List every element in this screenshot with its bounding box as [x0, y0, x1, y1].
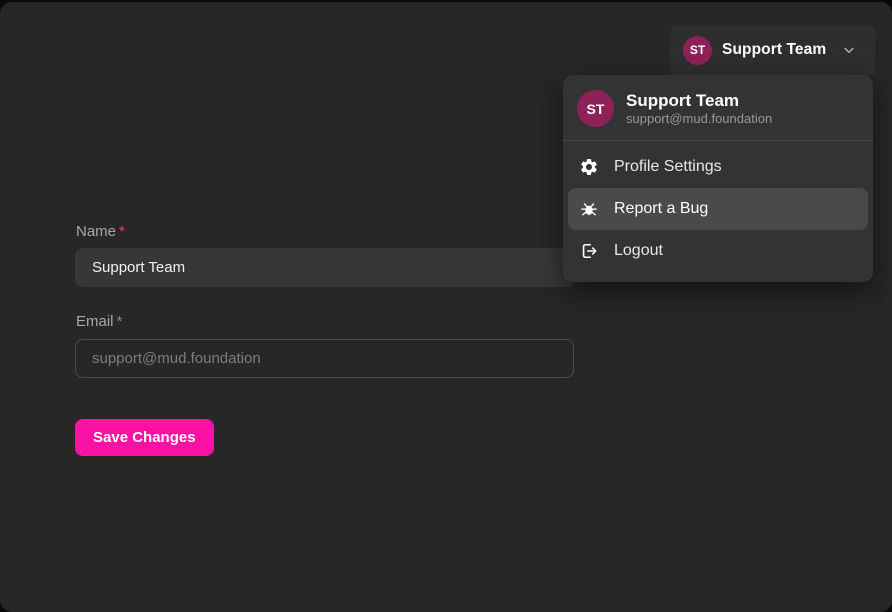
user-menu-trigger-label: Support Team — [722, 41, 826, 59]
menu-item-profile-settings[interactable]: Profile Settings — [568, 146, 868, 188]
logout-icon — [579, 241, 599, 261]
gear-icon — [579, 157, 599, 177]
menu-item-report-a-bug[interactable]: Report a Bug — [568, 188, 868, 230]
dropdown-user-email: support@mud.foundation — [626, 111, 772, 126]
name-label-text: Name — [76, 223, 116, 240]
menu-item-label: Report a Bug — [614, 200, 708, 218]
email-input[interactable] — [75, 339, 574, 378]
menu-item-label: Profile Settings — [614, 158, 722, 176]
save-changes-button[interactable]: Save Changes — [75, 419, 214, 456]
dropdown-user-info: Support Team support@mud.foundation — [626, 91, 772, 127]
menu-item-logout[interactable]: Logout — [568, 230, 868, 272]
email-field-label: Email* — [76, 313, 122, 330]
name-input[interactable] — [75, 248, 574, 287]
user-dropdown-menu: ST Support Team support@mud.foundation P… — [563, 75, 873, 282]
email-label-text: Email — [76, 313, 114, 330]
user-menu-trigger[interactable]: ST Support Team — [670, 25, 875, 75]
avatar: ST — [683, 36, 712, 65]
dropdown-user-card: ST Support Team support@mud.foundation — [563, 75, 873, 140]
menu-item-label: Logout — [614, 242, 663, 260]
avatar: ST — [577, 90, 614, 127]
email-required-asterisk: * — [117, 313, 123, 330]
dropdown-user-name: Support Team — [626, 91, 772, 111]
bug-icon — [579, 199, 599, 219]
name-field-label: Name* — [76, 223, 125, 240]
app-window: Name* Email* Save Changes ST Support Tea… — [0, 2, 892, 612]
dropdown-menu-list: Profile Settings Report a Bug — [563, 141, 873, 280]
chevron-down-icon — [841, 42, 857, 58]
name-required-asterisk: * — [119, 223, 125, 240]
